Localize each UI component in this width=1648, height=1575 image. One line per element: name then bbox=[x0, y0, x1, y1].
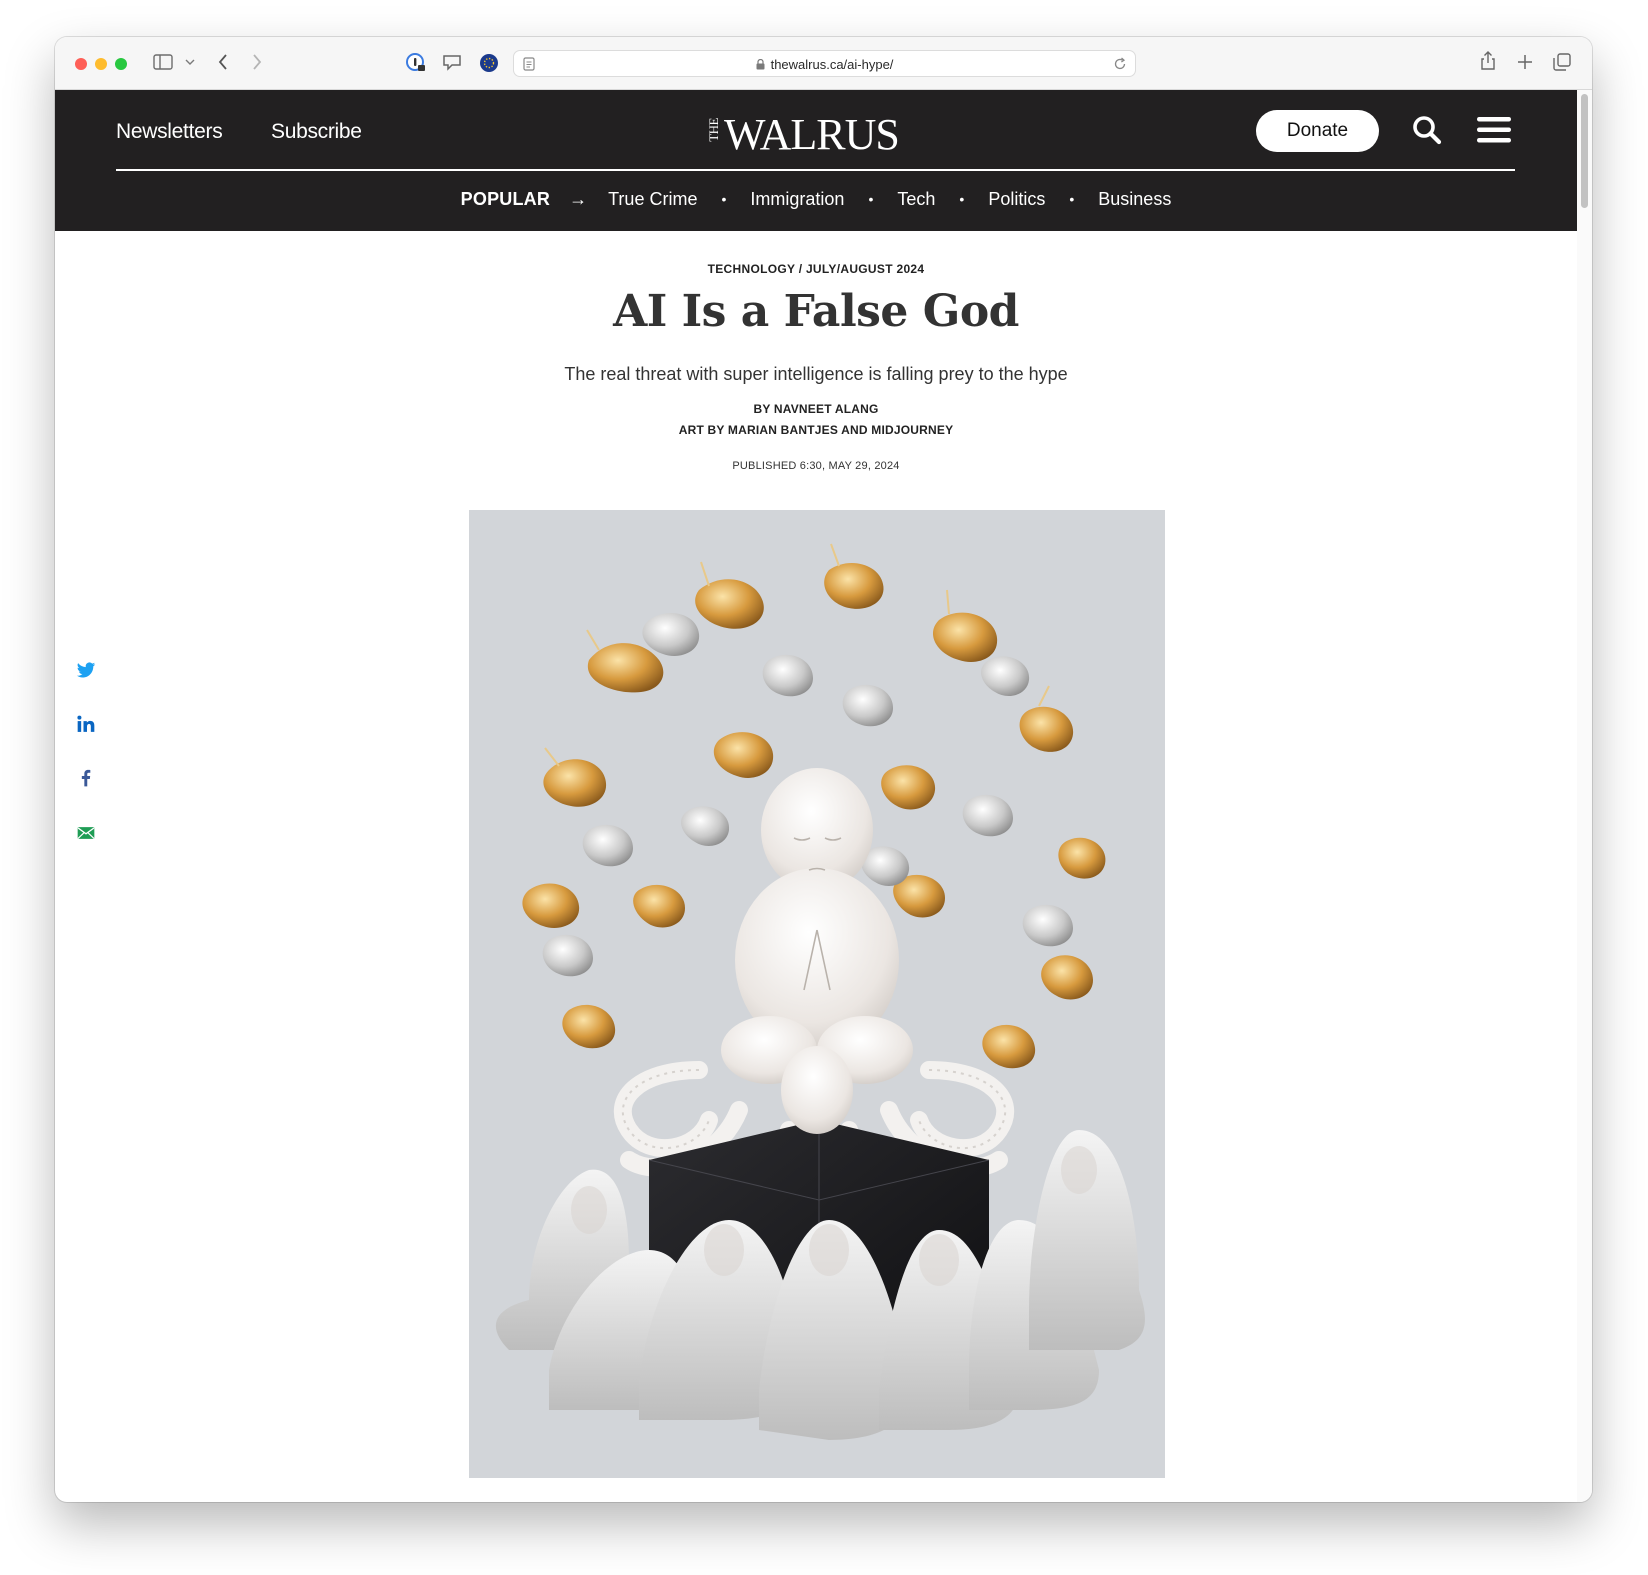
popular-link-true-crime[interactable]: True Crime bbox=[608, 189, 697, 210]
url-text: thewalrus.ca/ai-hype/ bbox=[514, 57, 1135, 72]
linkedin-icon[interactable] bbox=[76, 714, 96, 734]
site-header: Newsletters Subscribe THE WALRUS Donate … bbox=[55, 90, 1577, 231]
twitter-icon[interactable] bbox=[76, 660, 96, 680]
article-dek: The real threat with super intelligence … bbox=[564, 364, 1068, 384]
hero-illustration bbox=[495, 543, 1145, 1440]
email-icon[interactable] bbox=[76, 823, 96, 843]
minimize-window-button[interactable] bbox=[95, 58, 107, 70]
extension-eu-icon[interactable] bbox=[479, 53, 499, 73]
arrow-right-icon: → bbox=[569, 188, 588, 209]
popular-link-tech[interactable]: Tech bbox=[897, 189, 935, 210]
close-window-button[interactable] bbox=[75, 58, 87, 70]
logo-name: WALRUS bbox=[724, 110, 900, 159]
new-tab-icon[interactable] bbox=[1517, 54, 1533, 70]
reload-icon[interactable] bbox=[1113, 57, 1127, 71]
sidebar-icon[interactable] bbox=[153, 54, 173, 70]
baby-figure bbox=[721, 768, 913, 1134]
lock-icon bbox=[756, 58, 765, 70]
popular-link-immigration[interactable]: Immigration bbox=[750, 189, 844, 210]
search-icon[interactable] bbox=[1412, 115, 1442, 145]
header-divider bbox=[116, 169, 1515, 171]
popular-nav: POPULAR → True Crime • Immigration • Tec… bbox=[55, 188, 1577, 212]
publish-date: PUBLISHED 6:30, MAY 29, 2024 bbox=[732, 460, 900, 472]
chevron-down-icon[interactable] bbox=[185, 59, 195, 66]
author-byline[interactable]: BY NAVNEET ALANG bbox=[55, 402, 1577, 416]
separator-dot: • bbox=[721, 191, 727, 208]
menu-icon[interactable] bbox=[1477, 117, 1511, 143]
popular-link-business[interactable]: Business bbox=[1098, 189, 1171, 210]
popular-link-politics[interactable]: Politics bbox=[988, 189, 1045, 210]
logo-the: THE bbox=[706, 118, 721, 142]
popular-label: POPULAR bbox=[460, 188, 551, 209]
donate-button[interactable]: Donate bbox=[1256, 110, 1379, 152]
url-label: thewalrus.ca/ai-hype/ bbox=[770, 57, 894, 72]
article-kicker[interactable]: TECHNOLOGY / JULY/AUGUST 2024 bbox=[55, 262, 1577, 276]
extension-chat-icon[interactable] bbox=[442, 54, 462, 72]
scrollbar-track[interactable] bbox=[1577, 90, 1592, 1502]
facebook-icon[interactable] bbox=[76, 768, 96, 788]
share-icon[interactable] bbox=[1480, 51, 1496, 71]
scrollbar-thumb[interactable] bbox=[1581, 94, 1588, 208]
zoom-window-button[interactable] bbox=[115, 58, 127, 70]
separator-dot: • bbox=[868, 191, 874, 208]
subscribe-link[interactable]: Subscribe bbox=[271, 120, 362, 144]
address-bar[interactable]: thewalrus.ca/ai-hype/ bbox=[513, 50, 1136, 77]
hero-image[interactable] bbox=[469, 510, 1165, 1478]
back-icon[interactable] bbox=[218, 54, 228, 70]
forward-icon[interactable] bbox=[252, 54, 262, 70]
browser-toolbar: thewalrus.ca/ai-hype/ bbox=[55, 37, 1592, 90]
art-credit: ART BY MARIAN BANTJES AND MIDJOURNEY bbox=[678, 423, 954, 437]
newsletters-link[interactable]: Newsletters bbox=[116, 120, 223, 144]
tab-overview-icon[interactable] bbox=[1553, 53, 1571, 71]
separator-dot: • bbox=[959, 191, 965, 208]
article-title: AI Is a False God bbox=[613, 286, 1019, 337]
browser-window: thewalrus.ca/ai-hype/ Newsletters Subscr… bbox=[55, 37, 1592, 1502]
separator-dot: • bbox=[1069, 191, 1075, 208]
extension-1password-icon[interactable] bbox=[406, 53, 426, 73]
